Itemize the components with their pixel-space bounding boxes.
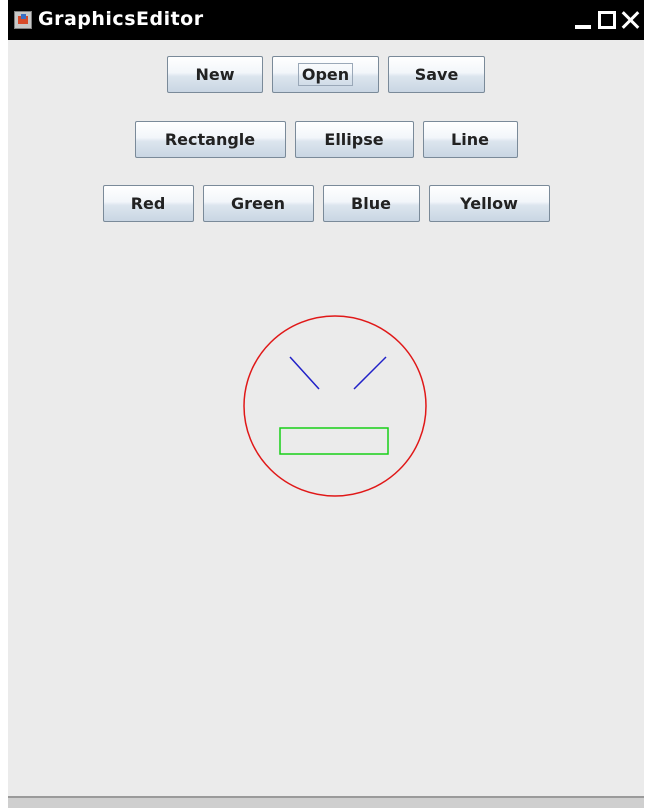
shape-button-row: Rectangle Ellipse Line xyxy=(8,121,644,158)
rectangle-button[interactable]: Rectangle xyxy=(134,121,286,158)
face-ellipse xyxy=(243,315,427,497)
graphics-editor-window: GraphicsEditor New Open Save Rectangle E… xyxy=(0,0,646,808)
red-button[interactable]: Red xyxy=(102,185,194,222)
maximize-icon[interactable] xyxy=(596,9,618,31)
green-button[interactable]: Green xyxy=(202,185,314,222)
minimize-icon[interactable] xyxy=(572,9,594,31)
right-eyebrow-line xyxy=(353,356,387,390)
yellow-button[interactable]: Yellow xyxy=(428,185,550,222)
close-icon[interactable] xyxy=(620,9,642,31)
ellipse-button[interactable]: Ellipse xyxy=(294,121,414,158)
java-app-icon xyxy=(14,11,32,29)
open-button[interactable]: Open xyxy=(272,56,379,93)
mouth-rectangle xyxy=(279,427,389,455)
color-button-row: Red Green Blue Yellow xyxy=(8,185,644,222)
window-title: GraphicsEditor xyxy=(38,8,204,30)
save-button[interactable]: Save xyxy=(388,56,485,93)
title-bar[interactable]: GraphicsEditor xyxy=(8,0,644,40)
file-button-row: New Open Save xyxy=(8,56,644,93)
blue-button[interactable]: Blue xyxy=(322,185,420,222)
left-eyebrow-line xyxy=(289,356,320,390)
new-button[interactable]: New xyxy=(167,56,263,93)
window-bottom-border xyxy=(8,796,644,808)
line-button[interactable]: Line xyxy=(422,121,518,158)
drawing-canvas[interactable] xyxy=(8,230,644,790)
